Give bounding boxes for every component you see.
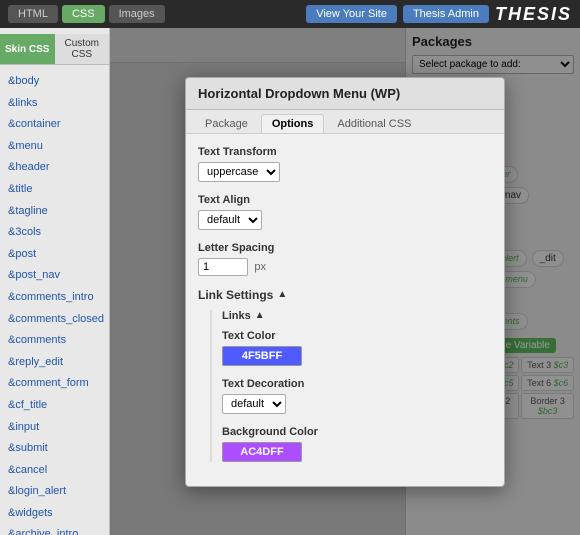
links-header[interactable]: Links ▲ [222, 310, 492, 322]
text-transform-group: Text Transform uppercase [198, 146, 492, 182]
tab-images[interactable]: Images [109, 5, 165, 23]
tab-css[interactable]: CSS [62, 5, 105, 23]
link-settings-group: Link Settings ▲ Links ▲ Text Color [198, 288, 492, 462]
content-area: Save and Compile CSS Horizontal Dropdown… [110, 28, 580, 535]
sidebar-item-input[interactable]: &input [0, 417, 109, 439]
sidebar-item-header[interactable]: &header [0, 157, 109, 179]
sidebar-item-comments-intro[interactable]: &comments_intro [0, 287, 109, 309]
sidebar-item-archive-intro[interactable]: &archive_intro [0, 524, 109, 535]
letter-spacing-input[interactable] [198, 258, 248, 276]
sidebar-tab-custom-css[interactable]: Custom CSS [55, 34, 110, 64]
link-settings-arrow-icon: ▲ [277, 289, 287, 300]
letter-spacing-group: Letter Spacing px [198, 242, 492, 276]
sidebar-item-post-nav[interactable]: &post_nav [0, 265, 109, 287]
view-site-button[interactable]: View Your Site [306, 5, 397, 23]
link-settings-label: Link Settings [198, 288, 273, 302]
sidebar-item-reply-edit[interactable]: &reply_edit [0, 352, 109, 374]
bg-color-preview[interactable]: AC4DFF [222, 442, 302, 462]
letter-spacing-unit: px [254, 261, 266, 273]
modal-tabs: Package Options Additional CSS [186, 110, 504, 134]
text-align-select[interactable]: default [198, 210, 262, 230]
sidebar-item-login-alert[interactable]: &login_alert [0, 481, 109, 503]
modal-body: Text Transform uppercase Text Align defa… [186, 134, 504, 486]
sidebar-item-widgets[interactable]: &widgets [0, 503, 109, 525]
links-label: Links [222, 310, 251, 322]
sidebar: Skin CSS Custom CSS &body &links &contai… [0, 28, 110, 535]
link-settings-header[interactable]: Link Settings ▲ [198, 288, 492, 302]
sidebar-item-tagline[interactable]: &tagline [0, 201, 109, 223]
text-color-group: Text Color 4F5BFF [222, 330, 492, 366]
sidebar-item-3cols[interactable]: &3cols [0, 222, 109, 244]
sidebar-item-body[interactable]: &body [0, 71, 109, 93]
modal-tab-additional-css[interactable]: Additional CSS [326, 114, 422, 133]
sidebar-item-comment-form[interactable]: &comment_form [0, 373, 109, 395]
sidebar-item-comments-closed[interactable]: &comments_closed [0, 309, 109, 331]
main-layout: Skin CSS Custom CSS &body &links &contai… [0, 28, 580, 535]
tab-html[interactable]: HTML [8, 5, 58, 23]
bg-color-group: Background Color AC4DFF [222, 426, 492, 462]
text-transform-label: Text Transform [198, 146, 492, 158]
sidebar-item-comments[interactable]: &comments [0, 330, 109, 352]
text-color-label: Text Color [222, 330, 492, 342]
sidebar-item-cancel[interactable]: &cancel [0, 460, 109, 482]
sidebar-item-post[interactable]: &post [0, 244, 109, 266]
text-decoration-select[interactable]: default [222, 394, 286, 414]
text-decoration-label: Text Decoration [222, 378, 492, 390]
text-align-label: Text Align [198, 194, 492, 206]
links-sub-section: Links ▲ Text Color 4F5BFF Text Decoratio… [210, 310, 492, 462]
top-nav: HTML CSS Images View Your Site Thesis Ad… [0, 0, 580, 28]
modal-overlay: Horizontal Dropdown Menu (WP) Package Op… [110, 28, 580, 535]
sidebar-tabs: Skin CSS Custom CSS [0, 34, 109, 65]
thesis-logo: THESIS [495, 4, 572, 25]
modal-tab-options[interactable]: Options [261, 114, 325, 133]
modal-title: Horizontal Dropdown Menu (WP) [186, 78, 504, 110]
top-nav-left: HTML CSS Images [8, 5, 165, 23]
modal-tab-package[interactable]: Package [194, 114, 259, 133]
text-align-group: Text Align default [198, 194, 492, 230]
sidebar-item-submit[interactable]: &submit [0, 438, 109, 460]
sidebar-item-container[interactable]: &container [0, 114, 109, 136]
sidebar-item-menu[interactable]: &menu [0, 136, 109, 158]
top-nav-right: View Your Site Thesis Admin THESIS [306, 4, 572, 25]
sidebar-item-links[interactable]: &links [0, 93, 109, 115]
letter-spacing-label: Letter Spacing [198, 242, 492, 254]
sidebar-tab-skin-css[interactable]: Skin CSS [0, 34, 55, 64]
sidebar-item-cf-title[interactable]: &cf_title [0, 395, 109, 417]
text-color-preview[interactable]: 4F5BFF [222, 346, 302, 366]
text-transform-select[interactable]: uppercase [198, 162, 280, 182]
thesis-admin-button[interactable]: Thesis Admin [403, 5, 489, 23]
text-decoration-group: Text Decoration default [222, 378, 492, 414]
sidebar-item-title[interactable]: &title [0, 179, 109, 201]
links-arrow-icon: ▲ [255, 310, 265, 321]
modal-dialog: Horizontal Dropdown Menu (WP) Package Op… [185, 77, 505, 487]
bg-color-label: Background Color [222, 426, 492, 438]
